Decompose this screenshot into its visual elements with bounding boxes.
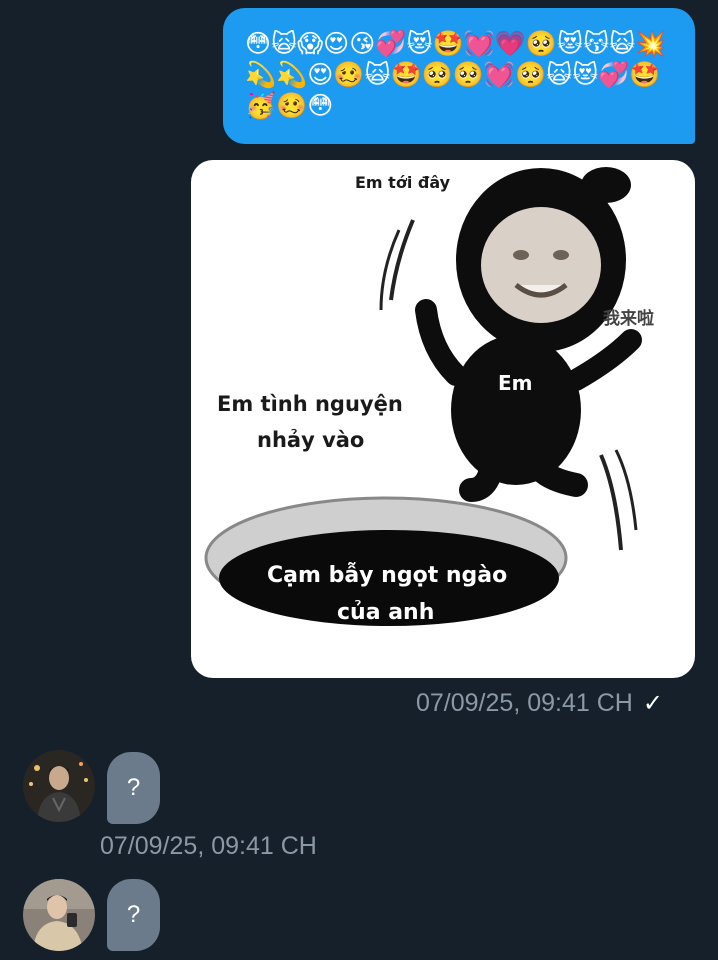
meme-label-chinese: 我来啦 — [603, 309, 654, 329]
received-message-timestamp: 07/09/25, 09:41 CH — [100, 832, 317, 860]
avatar[interactable] — [23, 879, 95, 951]
received-message-text: ? — [126, 774, 141, 801]
meme-label-pit-2: của anh — [337, 600, 435, 625]
meme-label-pit-1: Cạm bẫy ngọt ngào — [267, 563, 508, 588]
user-avatar-icon — [23, 879, 95, 951]
meme-image — [204, 167, 642, 626]
received-message-bubble[interactable]: ? — [107, 879, 160, 951]
meme-label-left-1: Em tình nguyện — [217, 392, 403, 416]
received-message-text: ? — [126, 901, 141, 928]
received-message-bubble[interactable]: ? — [107, 752, 160, 824]
sent-message-meta: 07/09/25, 09:41 CH ✓ — [416, 688, 663, 718]
sent-image-message[interactable]: Em tới đây 我来啦 Em Em tình nguyện nhảy và… — [191, 160, 695, 678]
meme-label-top: Em tới đây — [355, 173, 451, 192]
sent-message-text: 😳🙀😱😍😘💞😻🤩💓💗🥺😻😽🙀💥💫💫😍🥴🙀🤩🥺🥺💓🥺🙀😻💞🤩🥳🥴😳 — [245, 29, 667, 120]
sent-message-bubble[interactable]: 😳🙀😱😍😘💞😻🤩💓💗🥺😻😽🙀💥💫💫😍🥴🙀🤩🥺🥺💓🥺🙀😻💞🤩🥳🥴😳 — [223, 8, 695, 144]
user-avatar-icon — [23, 750, 95, 822]
meme-label-body: Em — [498, 371, 533, 395]
meme-label-left-2: nhảy vào — [257, 428, 365, 452]
sent-message-timestamp: 07/09/25, 09:41 CH — [416, 688, 633, 717]
check-icon: ✓ — [642, 689, 663, 717]
avatar[interactable] — [23, 750, 95, 822]
